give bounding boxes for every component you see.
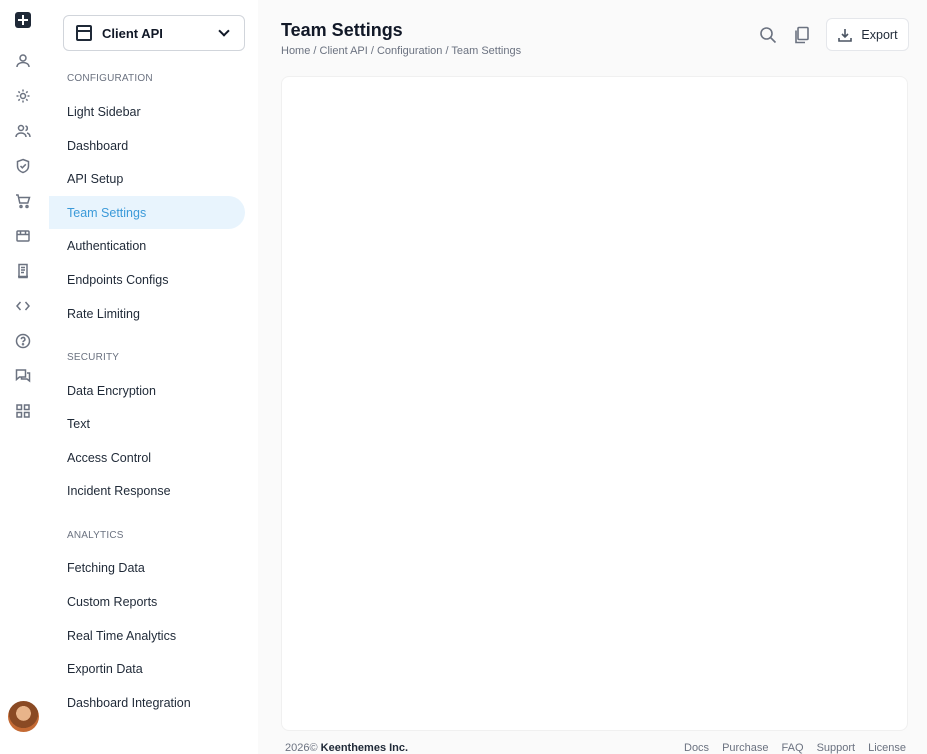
page-title: Team Settings xyxy=(281,20,403,40)
sidebar-item-team-settings[interactable]: Team Settings xyxy=(49,196,245,229)
section-title-configuration: CONFIGURATION xyxy=(67,73,153,84)
copy-icon[interactable] xyxy=(792,25,812,45)
help-icon[interactable] xyxy=(14,332,32,350)
sidebar-item-fetching-data[interactable]: Fetching Data xyxy=(49,551,245,584)
footer-link-support[interactable]: Support xyxy=(817,742,856,754)
sidebar-item-endpoints-configs[interactable]: Endpoints Configs xyxy=(49,263,245,296)
sidebar-item-authentication[interactable]: Authentication xyxy=(49,229,245,262)
sidebar-item-custom-reports[interactable]: Custom Reports xyxy=(49,585,245,618)
section-title-security: SECURITY xyxy=(67,352,120,363)
sidebar-item-incident-response[interactable]: Incident Response xyxy=(49,474,245,507)
document-icon[interactable] xyxy=(14,262,32,280)
chevron-down-icon xyxy=(218,25,230,37)
project-selector[interactable]: Client API xyxy=(63,15,245,51)
cart-icon[interactable] xyxy=(14,192,32,210)
export-label: Export xyxy=(861,27,898,42)
section-title-analytics: ANALYTICS xyxy=(67,530,124,541)
sidebar-item-data-encryption[interactable]: Data Encryption xyxy=(49,374,245,407)
icon-rail xyxy=(0,0,48,754)
footer-link-license[interactable]: License xyxy=(868,742,906,754)
sidebar-item-api-setup[interactable]: API Setup xyxy=(49,162,245,195)
sidebar: Client API CONFIGURATION Light Sidebar D… xyxy=(48,0,258,754)
footer-link-faq[interactable]: FAQ xyxy=(782,742,804,754)
breadcrumb: Home / Client API / Configuration / Team… xyxy=(281,45,522,57)
sidebar-item-light-sidebar[interactable]: Light Sidebar xyxy=(49,95,245,128)
sidebar-item-exportin-data[interactable]: Exportin Data xyxy=(49,652,245,685)
store-icon[interactable] xyxy=(14,227,32,245)
gear-icon[interactable] xyxy=(14,87,32,105)
code-icon[interactable] xyxy=(14,297,32,315)
main-content: Team Settings Home / Client API / Config… xyxy=(258,0,927,754)
sidebar-item-text[interactable]: Text xyxy=(49,407,245,440)
users-icon[interactable] xyxy=(14,122,32,140)
apps-icon[interactable] xyxy=(14,402,32,420)
sidebar-item-dashboard-integration[interactable]: Dashboard Integration xyxy=(49,686,245,719)
sidebar-item-rate-limiting[interactable]: Rate Limiting xyxy=(49,297,245,330)
shield-icon[interactable] xyxy=(14,157,32,175)
avatar[interactable] xyxy=(8,701,39,732)
user-icon[interactable] xyxy=(14,52,32,70)
sidebar-item-dashboard[interactable]: Dashboard xyxy=(49,129,245,162)
search-icon[interactable] xyxy=(758,25,778,45)
footer-company[interactable]: Keenthemes Inc. xyxy=(321,742,408,754)
footer-link-purchase[interactable]: Purchase xyxy=(722,742,768,754)
footer-year: 2026© xyxy=(285,742,318,754)
sidebar-item-real-time-analytics[interactable]: Real Time Analytics xyxy=(49,619,245,652)
download-icon xyxy=(838,28,853,42)
content-card xyxy=(281,76,908,731)
calendar-icon xyxy=(76,25,92,41)
logo-icon[interactable] xyxy=(15,12,31,28)
sidebar-item-access-control[interactable]: Access Control xyxy=(49,441,245,474)
project-name: Client API xyxy=(102,25,163,41)
footer-copyright: 2026© Keenthemes Inc. xyxy=(285,742,408,754)
footer-links: Docs Purchase FAQ Support License xyxy=(684,742,906,754)
export-button[interactable]: Export xyxy=(826,18,909,51)
chat-icon[interactable] xyxy=(14,367,32,385)
footer-link-docs[interactable]: Docs xyxy=(684,742,709,754)
